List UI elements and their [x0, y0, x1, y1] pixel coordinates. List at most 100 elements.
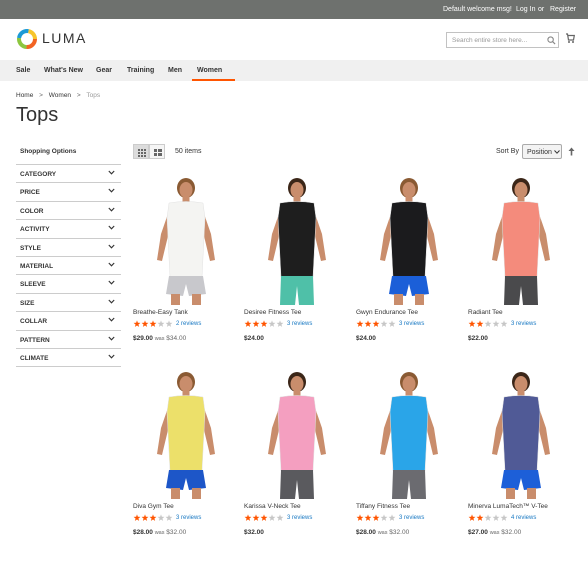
product-image[interactable] — [133, 366, 239, 499]
nav-item-whats-new[interactable]: What's New — [44, 67, 83, 74]
product-name[interactable]: Tiffany Fitness Tee — [356, 503, 410, 510]
filter-label: SIZE — [20, 299, 35, 307]
filter-collar[interactable]: COLLAR — [16, 312, 121, 331]
search-icon[interactable] — [547, 36, 556, 45]
star-icon — [252, 320, 260, 327]
product-name[interactable]: Diva Gym Tee — [133, 503, 174, 510]
filter-category[interactable]: CATEGORY — [16, 165, 121, 184]
sort-by-label: Sort By — [496, 148, 519, 155]
product-image[interactable] — [244, 172, 350, 305]
product-name[interactable]: Minerva LumaTech™ V-Tee — [468, 503, 548, 510]
product-price: $24.00 — [356, 335, 376, 342]
filter-material[interactable]: MATERIAL — [16, 257, 121, 276]
star-icon — [268, 514, 276, 521]
nav-item-training[interactable]: Training — [127, 67, 154, 74]
product-price-block: $27.00 was $32.00 — [468, 529, 521, 536]
sort-direction-icon[interactable] — [568, 147, 575, 156]
reviews-link[interactable]: 2 reviews — [176, 321, 201, 327]
filter-style[interactable]: STYLE — [16, 239, 121, 257]
product-name[interactable]: Radiant Tee — [468, 309, 503, 316]
old-price: $32.00 — [389, 529, 410, 536]
old-price: $34.00 — [166, 335, 187, 342]
rating-stars — [356, 320, 396, 327]
breadcrumb-separator: > — [39, 92, 43, 99]
reviews-link[interactable]: 3 reviews — [287, 515, 312, 521]
breadcrumb-current: Tops — [86, 92, 101, 99]
or-text: or — [538, 6, 545, 13]
star-icon — [244, 320, 252, 327]
reviews-link[interactable]: 3 reviews — [399, 515, 424, 521]
star-icon — [260, 320, 268, 327]
reviews-link[interactable]: 3 reviews — [511, 321, 536, 327]
cart-icon[interactable] — [565, 32, 575, 44]
star-icon — [500, 514, 508, 521]
page-title: Tops — [16, 104, 59, 126]
reviews-link[interactable]: 4 reviews — [511, 515, 536, 521]
product-price-block: $24.00 — [356, 335, 376, 342]
grid-view-button[interactable] — [133, 144, 149, 159]
nav-item-sale[interactable]: Sale — [16, 67, 30, 74]
breadcrumb-home[interactable]: Home — [16, 92, 33, 99]
sort-select[interactable]: Position — [522, 144, 562, 159]
product-price: $28.00 — [133, 529, 153, 536]
grid-icon — [138, 149, 146, 157]
reviews-link[interactable]: 3 reviews — [176, 515, 201, 521]
filter-activity[interactable]: ACTIVITY — [16, 220, 121, 239]
star-icon — [356, 514, 364, 521]
star-icon — [276, 514, 284, 521]
rating-stars — [133, 514, 173, 521]
product-name[interactable]: Karissa V-Neck Tee — [244, 503, 301, 510]
register-link[interactable]: Register — [550, 6, 576, 13]
list-icon — [154, 149, 162, 156]
items-count: 50 items — [175, 148, 202, 155]
nav-item-men[interactable]: Men — [168, 67, 182, 74]
rating-stars — [468, 514, 508, 521]
search-placeholder: Search entire store here... — [452, 37, 528, 44]
top-panel: Default welcome msg! Log In or Register — [0, 0, 588, 19]
filter-sleeve[interactable]: SLEEVE — [16, 275, 121, 294]
star-icon — [364, 320, 372, 327]
filter-label: PATTERN — [20, 336, 50, 344]
product-image[interactable] — [244, 366, 350, 499]
star-icon — [372, 514, 380, 521]
logo-text[interactable]: LUMA — [42, 30, 87, 46]
product-name[interactable]: Breathe-Easy Tank — [133, 309, 188, 316]
product-name[interactable]: Gwyn Endurance Tee — [356, 309, 418, 316]
breadcrumb-women[interactable]: Women — [49, 92, 71, 99]
product-image[interactable] — [356, 366, 462, 499]
star-icon — [500, 320, 508, 327]
filter-price[interactable]: PRICE — [16, 183, 121, 202]
product-price-block: $29.00 was $34.00 — [133, 335, 186, 342]
product-image[interactable] — [133, 172, 239, 305]
product-image[interactable] — [468, 172, 574, 305]
reviews-link[interactable]: 3 reviews — [287, 321, 312, 327]
main-navigation: Sale What's New Gear Training Men Women — [0, 60, 588, 81]
chevron-down-icon — [108, 189, 115, 193]
search-input[interactable]: Search entire store here... — [446, 32, 559, 48]
luma-logo-icon — [17, 29, 37, 49]
filter-size[interactable]: SIZE — [16, 294, 121, 313]
product-image[interactable] — [468, 366, 574, 499]
product-name[interactable]: Desiree Fitness Tee — [244, 309, 301, 316]
filter-label: COLOR — [20, 207, 44, 215]
nav-active-indicator — [192, 79, 235, 81]
list-view-button[interactable] — [149, 144, 165, 159]
star-icon — [165, 514, 173, 521]
filter-climate[interactable]: CLIMATE — [16, 349, 121, 368]
filter-color[interactable]: COLOR — [16, 202, 121, 221]
nav-item-gear[interactable]: Gear — [96, 67, 112, 74]
product-price: $29.00 — [133, 335, 153, 342]
login-link[interactable]: Log In — [516, 6, 535, 13]
reviews-link[interactable]: 3 reviews — [399, 321, 424, 327]
star-icon — [380, 514, 388, 521]
star-icon — [364, 514, 372, 521]
rating-stars — [244, 320, 284, 327]
filter-pattern[interactable]: PATTERN — [16, 331, 121, 349]
filter-label: CLIMATE — [20, 354, 49, 362]
star-icon — [260, 514, 268, 521]
nav-item-women[interactable]: Women — [197, 67, 222, 74]
chevron-down-icon — [108, 299, 115, 304]
product-price-block: $28.00 was $32.00 — [133, 529, 186, 536]
product-price-block: $22.00 — [468, 335, 488, 342]
product-image[interactable] — [356, 172, 462, 305]
